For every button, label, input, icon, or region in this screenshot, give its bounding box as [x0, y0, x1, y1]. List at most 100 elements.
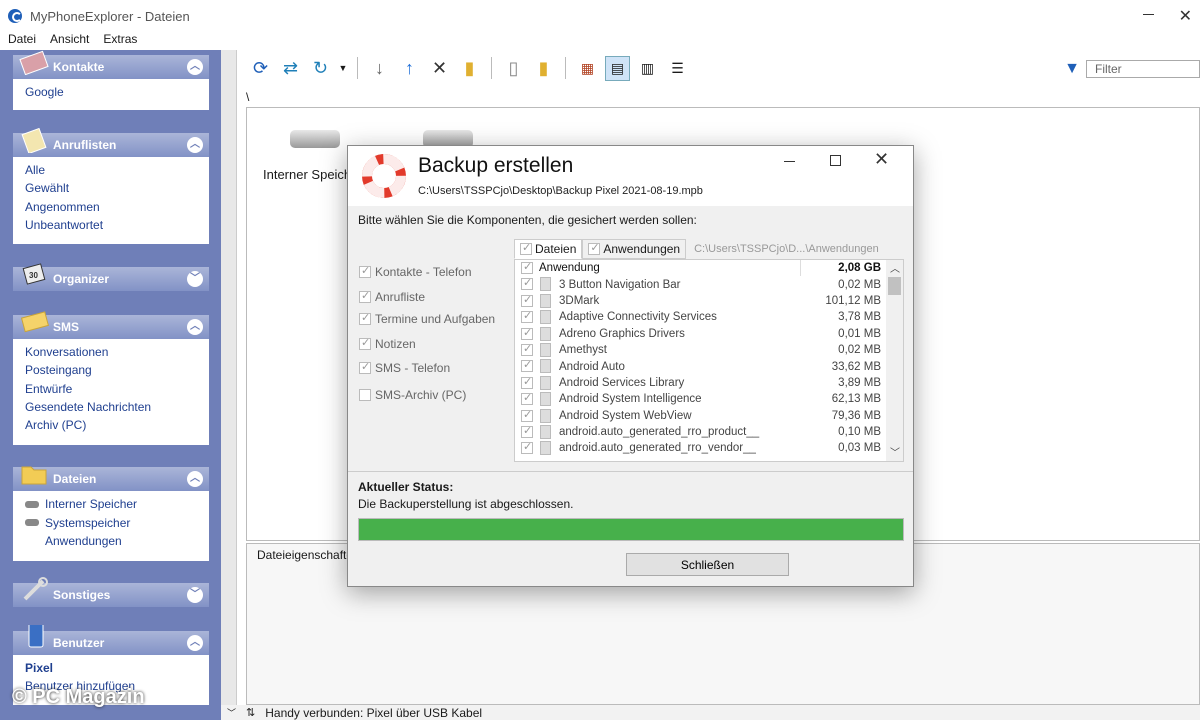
sidebar-item-systemspeicher[interactable]: Systemspeicher [25, 514, 209, 533]
component-anrufliste[interactable]: Anrufliste [359, 289, 425, 304]
scroll-down-icon[interactable]: ﹀ [890, 444, 900, 459]
panel-sms-header[interactable]: SMS ︿ [13, 311, 209, 339]
sidebar-item-google[interactable]: Google [25, 83, 209, 101]
sidebar-item-posteingang[interactable]: Posteingang [25, 361, 209, 379]
download-icon[interactable]: ↓ [367, 56, 392, 81]
properties-icon[interactable]: ▯ [501, 56, 526, 81]
menu-datei[interactable]: Datei [8, 32, 36, 50]
checkbox[interactable] [588, 241, 601, 255]
sidebar-item-angenommen[interactable]: Angenommen [25, 198, 209, 216]
sidebar-splitter[interactable] [221, 50, 237, 720]
checkbox[interactable] [521, 358, 533, 373]
list-item[interactable]: 3DMark 101,12 MB [515, 293, 903, 309]
dialog-close-button[interactable]: ✕ [874, 149, 889, 170]
select-all-checkbox[interactable] [521, 260, 533, 274]
sidebar-item-gesendete[interactable]: Gesendete Nachrichten [25, 398, 209, 416]
list-item[interactable]: Adreno Graphics Drivers 0,01 MB [515, 326, 903, 342]
sidebar-item-konversationen[interactable]: Konversationen [25, 343, 209, 361]
refresh-icon[interactable]: ⟳ [248, 56, 273, 81]
minimize-button[interactable] [1143, 14, 1154, 15]
list-item[interactable]: Android Services Library 3,89 MB [515, 375, 903, 391]
checkbox[interactable] [521, 293, 533, 307]
checkbox[interactable] [521, 309, 533, 324]
menu-ansicht[interactable]: Ansicht [50, 32, 89, 50]
close-window-button[interactable]: ✕ [1179, 6, 1192, 26]
checkbox[interactable] [521, 276, 533, 291]
collapse-icon[interactable]: ︿ [187, 137, 203, 153]
close-button[interactable]: Schließen [626, 553, 789, 576]
dialog-minimize-button[interactable] [784, 161, 795, 162]
column-header-size[interactable]: 2,08 GB [801, 262, 881, 274]
list-item[interactable]: Android Auto 33,62 MB [515, 358, 903, 374]
list-item[interactable]: android.auto_generated_rro_product__ 0,10… [515, 424, 903, 440]
collapse-icon[interactable]: ︿ [187, 635, 203, 651]
checkbox[interactable] [521, 408, 533, 422]
checkbox[interactable] [521, 375, 533, 389]
panel-dateien-header[interactable]: Dateien ︿ [13, 466, 209, 491]
delete-icon[interactable]: ✕ [427, 56, 452, 81]
sidebar-item-interner-speicher[interactable]: Interner Speicher [25, 495, 209, 514]
scroll-thumb[interactable] [888, 277, 901, 295]
sidebar-item-pixel[interactable]: Pixel [25, 659, 209, 677]
sidebar-item-alle[interactable]: Alle [25, 161, 209, 179]
sidebar-item-gewaehlt[interactable]: Gewählt [25, 179, 209, 197]
checkbox[interactable] [359, 336, 371, 350]
sidebar-item-entwuerfe[interactable]: Entwürfe [25, 380, 209, 398]
list-item[interactable]: Android System Intelligence 62,13 MB [515, 391, 903, 407]
filter-input[interactable]: Filter [1086, 60, 1200, 78]
list-item[interactable]: Amethyst 0,02 MB [515, 342, 903, 358]
column-header-name[interactable]: Anwendung [539, 262, 600, 274]
tab-dateien[interactable]: Dateien [514, 239, 583, 259]
large-icon-view-icon[interactable]: ▤ [605, 55, 630, 81]
component-sms-archiv[interactable]: SMS-Archiv (PC) [359, 388, 466, 402]
checkbox[interactable] [521, 440, 533, 455]
reload-icon[interactable]: ↻ [308, 56, 333, 81]
list-item[interactable]: android.auto_generated_rro_vendor__ 0,03 … [515, 440, 903, 456]
checkbox[interactable] [359, 289, 371, 303]
upload-icon[interactable]: ↑ [397, 56, 422, 81]
list-item[interactable]: Adaptive Connectivity Services 3,78 MB [515, 309, 903, 325]
component-notizen[interactable]: Notizen [359, 336, 416, 351]
dropdown-icon[interactable]: ▼ [338, 56, 348, 81]
list-item[interactable]: Android System WebView 79,36 MB [515, 408, 903, 424]
checkbox[interactable] [520, 241, 532, 255]
thumbnail-view-icon[interactable]: ▦ [575, 56, 600, 81]
checkbox[interactable] [359, 360, 371, 374]
menu-extras[interactable]: Extras [103, 32, 137, 50]
list-view-icon[interactable]: ▥ [635, 56, 660, 81]
sidebar-item-anwendungen[interactable]: Anwendungen [25, 532, 209, 551]
checkbox[interactable] [359, 264, 371, 278]
dialog-maximize-button[interactable] [830, 155, 841, 166]
details-view-icon[interactable]: ☰ [665, 56, 690, 81]
list-item[interactable]: 3 Button Navigation Bar 0,02 MB [515, 276, 903, 292]
checkbox[interactable] [359, 389, 371, 401]
panel-anruflisten-header[interactable]: Anruflisten ︿ [13, 127, 209, 157]
checkbox[interactable] [521, 326, 533, 340]
panel-organizer-header[interactable]: 30 Organizer ﹀ [13, 263, 209, 291]
expand-icon[interactable]: ﹀ [187, 271, 203, 287]
component-kontakte[interactable]: Kontakte - Telefon [359, 264, 472, 279]
checkbox[interactable] [521, 391, 533, 406]
tab-anwendungen[interactable]: Anwendungen [582, 239, 687, 259]
sidebar-item-unbeantwortet[interactable]: Unbeantwortet [25, 216, 209, 234]
collapse-icon[interactable]: ︿ [187, 471, 203, 487]
component-sms-telefon[interactable]: SMS - Telefon [359, 360, 450, 375]
scroll-up-icon[interactable]: ︿ [890, 260, 900, 275]
collapse-icon[interactable]: ︿ [187, 319, 203, 335]
list-scrollbar[interactable]: ︿ ﹀ [886, 260, 903, 461]
checkbox[interactable] [359, 311, 371, 325]
collapse-icon[interactable]: ︿ [187, 59, 203, 75]
component-termine[interactable]: Termine und Aufgaben [359, 311, 495, 326]
panel-kontakte-header[interactable]: Kontakte ︿ [13, 50, 209, 79]
panel-sonstiges-header[interactable]: Sonstiges ﹀ [13, 577, 209, 607]
drive-interner-speicher[interactable] [290, 124, 340, 149]
panel-benutzer-header[interactable]: Benutzer ︿ [13, 625, 209, 655]
expand-statusbar-icon[interactable]: ﹀ [227, 706, 236, 719]
checkbox[interactable] [521, 424, 533, 438]
folder-icon[interactable]: ▮ [531, 56, 556, 81]
sync-icon[interactable]: ⇄ [278, 56, 303, 81]
expand-icon[interactable]: ﹀ [187, 587, 203, 603]
sidebar-item-archiv[interactable]: Archiv (PC) [25, 416, 209, 434]
new-folder-icon[interactable]: ▮ [457, 56, 482, 81]
checkbox[interactable] [521, 342, 533, 356]
